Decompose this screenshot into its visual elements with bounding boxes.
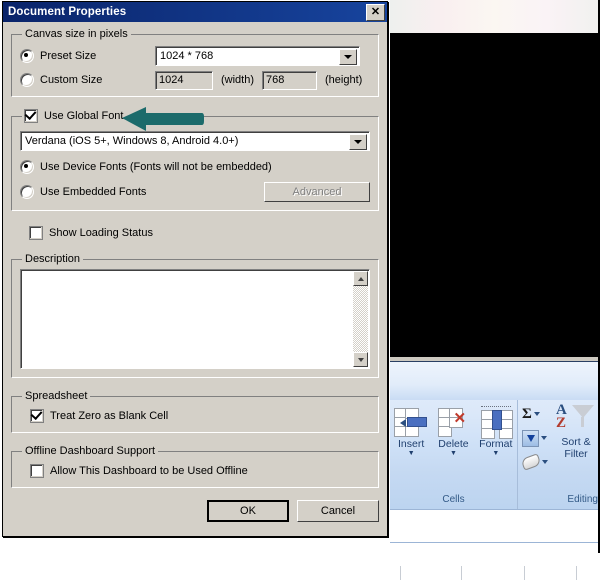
sort-filter-label-line1: Sort & (561, 436, 591, 448)
show-loading-status-checkbox[interactable] (29, 226, 43, 240)
use-global-font-checkbox[interactable] (24, 109, 38, 123)
allow-offline-label: Allow This Dashboard to be Used Offline (50, 465, 248, 477)
dialog-body: Canvas size in pixels Preset Size 1024 *… (3, 22, 387, 528)
excel-top-strip (390, 0, 598, 33)
custom-size-label: Custom Size (40, 74, 103, 86)
fill-down-icon (522, 429, 539, 447)
width-suffix-label: (width) (221, 74, 255, 86)
show-loading-status-label: Show Loading Status (49, 227, 153, 239)
description-legend: Description (25, 253, 81, 265)
height-suffix-label: (height) (325, 74, 363, 86)
excel-black-region (390, 33, 598, 357)
ok-button[interactable]: OK (207, 500, 289, 522)
description-scrollbar[interactable] (353, 271, 368, 367)
fill-button[interactable] (522, 426, 552, 450)
screenshot-root: Insert ▼ ✕ Delete ▼ Format ▼ Cells Σ A Z… (0, 0, 600, 581)
chevron-down-icon-font[interactable] (349, 134, 367, 150)
fill-caret-icon[interactable] (541, 436, 547, 440)
cancel-button[interactable]: Cancel (297, 500, 379, 522)
allow-offline-checkbox[interactable] (30, 464, 44, 478)
use-global-font-label: Use Global Font (44, 110, 124, 122)
dialog-title: Document Properties (8, 6, 127, 18)
preset-size-radio[interactable] (20, 49, 34, 63)
clear-button[interactable] (520, 450, 552, 474)
sort-filter-label-line2: Filter (564, 448, 588, 460)
document-properties-dialog: Document Properties ✕ Canvas size in pix… (2, 1, 388, 537)
use-embedded-fonts-label: Use Embedded Fonts (40, 186, 147, 198)
canvas-size-group: Canvas size in pixels Preset Size 1024 *… (11, 28, 379, 97)
cells-buttons: Insert ▼ ✕ Delete ▼ Format ▼ (390, 400, 517, 458)
custom-size-radio[interactable] (20, 73, 34, 87)
delete-cells-icon: ✕ (433, 404, 473, 438)
editing-small-buttons: Σ (520, 402, 552, 474)
delete-cells-caret-icon[interactable]: ▼ (433, 450, 473, 458)
spreadsheet-group: Spreadsheet Treat Zero as Blank Cell (11, 390, 379, 433)
sort-az-filter-icon: AZ (554, 402, 598, 436)
ribbon-group-editing-label: Editing (567, 494, 598, 505)
global-font-dropdown[interactable]: Verdana (iOS 5+, Windows 8, Android 4.0+… (20, 131, 370, 151)
use-device-fonts-label: Use Device Fonts (Fonts will not be embe… (40, 161, 272, 173)
global-font-group: Use Global Font Verdana (iOS 5+, Windows… (11, 109, 379, 211)
excel-ribbon: Insert ▼ ✕ Delete ▼ Format ▼ Cells Σ A Z… (390, 362, 598, 509)
clear-caret-icon[interactable] (542, 460, 548, 464)
chevron-down-icon[interactable] (339, 49, 357, 65)
spreadsheet-legend: Spreadsheet (25, 390, 88, 402)
ribbon-group-editing: Σ AZ Sort & Filter Editing (518, 400, 598, 509)
canvas-width-input[interactable]: 1024 (155, 70, 213, 90)
autosum-button[interactable]: Σ (522, 402, 552, 426)
offline-dashboard-legend: Offline Dashboard Support (25, 445, 156, 457)
insert-cells-caret-icon[interactable]: ▼ (391, 450, 431, 458)
ribbon-blank-band (390, 362, 598, 400)
ribbon-group-cells: Insert ▼ ✕ Delete ▼ Format ▼ Cells (390, 400, 518, 509)
sort-and-filter-button[interactable]: AZ Sort & Filter (554, 402, 598, 460)
preset-size-value: 1024 * 768 (160, 50, 214, 62)
insert-cells-icon (391, 404, 431, 438)
use-global-font-legend: Use Global Font (22, 109, 127, 123)
excel-window-background: Insert ▼ ✕ Delete ▼ Format ▼ Cells Σ A Z… (390, 0, 600, 553)
preset-size-label: Preset Size (40, 50, 97, 62)
clear-eraser-icon (520, 453, 542, 471)
treat-zero-as-blank-label: Treat Zero as Blank Cell (50, 410, 169, 422)
excel-formula-area (390, 509, 598, 553)
ribbon-group-cells-label: Cells (442, 494, 465, 505)
use-embedded-fonts-radio[interactable] (20, 185, 34, 199)
offline-dashboard-group: Offline Dashboard Support Allow This Das… (11, 445, 379, 488)
delete-cells-label: Delete (438, 438, 469, 450)
description-group: Description (11, 253, 379, 378)
description-textarea[interactable] (20, 269, 370, 369)
scroll-down-icon[interactable] (353, 352, 368, 367)
canvas-height-input[interactable]: 768 (262, 70, 318, 90)
autosum-caret-icon[interactable] (533, 412, 540, 416)
insert-cells-label: Insert (398, 438, 425, 450)
format-cells-caret-icon[interactable]: ▼ (476, 450, 516, 458)
ribbon-groups: Insert ▼ ✕ Delete ▼ Format ▼ Cells Σ A Z… (390, 400, 598, 509)
autosum-sigma-icon: Σ (522, 405, 532, 422)
treat-zero-as-blank-checkbox[interactable] (30, 409, 44, 423)
insert-cells-button[interactable]: Insert ▼ (391, 404, 431, 458)
delete-cells-button[interactable]: ✕ Delete ▼ (433, 404, 473, 458)
dialog-title-bar[interactable]: Document Properties ✕ (3, 2, 387, 22)
use-device-fonts-radio[interactable] (20, 160, 34, 174)
scroll-up-icon[interactable] (353, 271, 368, 286)
format-cells-button[interactable]: Format ▼ (476, 404, 516, 458)
close-icon[interactable]: ✕ (366, 3, 385, 21)
format-cells-label: Format (479, 438, 513, 450)
format-cells-icon (476, 404, 516, 439)
excel-sheet-row (390, 566, 598, 580)
preset-size-dropdown[interactable]: 1024 * 768 (155, 46, 360, 66)
advanced-button[interactable]: Advanced (264, 182, 370, 202)
global-font-value: Verdana (iOS 5+, Windows 8, Android 4.0+… (25, 135, 239, 147)
canvas-size-legend: Canvas size in pixels (25, 28, 128, 40)
